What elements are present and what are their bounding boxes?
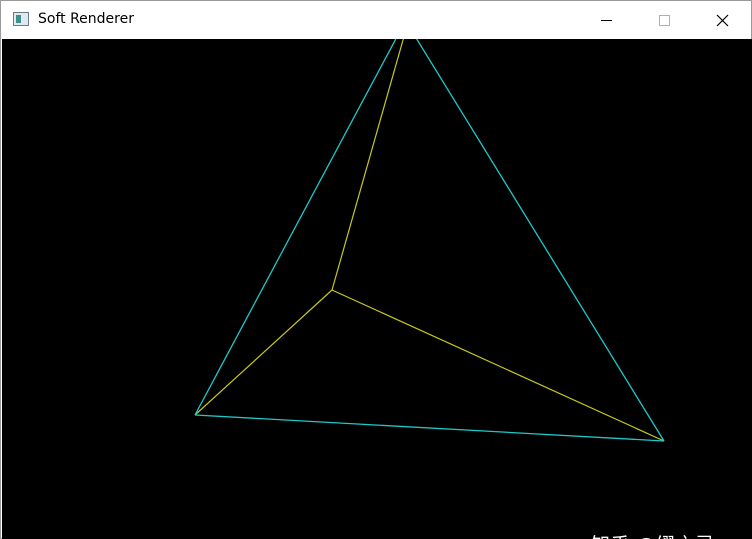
outer-edge-bottom [194,414,665,442]
minimize-button[interactable] [577,1,635,39]
watermark-text: 知乎 @缪之灵 [591,530,715,539]
outer-edge-right [415,39,665,442]
render-viewport[interactable]: 知乎 @缪之灵 [2,39,752,539]
window-title: Soft Renderer [38,11,134,27]
maximize-button[interactable] [635,1,693,39]
minimize-icon [601,20,612,21]
inner-edge-right [331,289,665,442]
inner-edge-left [194,289,333,416]
close-icon [716,14,729,27]
wireframe-canvas [194,39,665,442]
app-icon-pane [16,15,21,23]
title-bar[interactable]: Soft Renderer [1,1,751,39]
app-window: Soft Renderer [0,0,752,539]
maximize-icon [659,15,670,26]
outer-edge-left [194,39,397,416]
close-button[interactable] [693,1,751,39]
inner-edge-top [331,39,404,291]
app-window-icon [13,12,29,26]
